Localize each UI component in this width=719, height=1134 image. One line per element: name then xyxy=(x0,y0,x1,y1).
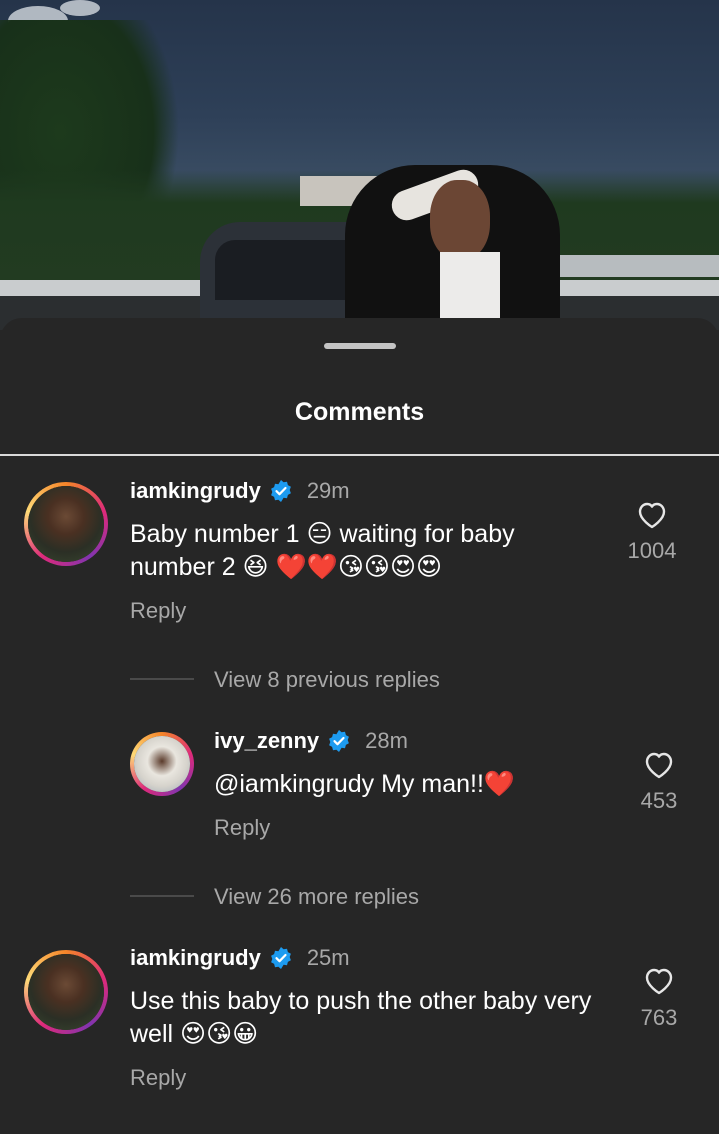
comment-timestamp: 28m xyxy=(365,728,408,753)
reply-button[interactable]: Reply xyxy=(130,1065,186,1091)
view-more-replies[interactable]: View 26 more replies xyxy=(214,884,419,910)
reply-button[interactable]: Reply xyxy=(130,598,186,624)
like-count: 763 xyxy=(640,1005,678,1030)
comment-timestamp: 29m xyxy=(306,478,350,503)
thread-line xyxy=(130,895,194,897)
comment-username[interactable]: iamkingrudy xyxy=(130,478,261,504)
post-photo xyxy=(0,0,719,330)
like-count: 1004 xyxy=(627,538,677,563)
avatar[interactable] xyxy=(24,482,108,566)
comment-username[interactable]: ivy_zenny xyxy=(214,728,319,754)
header-divider xyxy=(0,454,719,456)
comment-text: @iamkingrudy My man!!❤️ xyxy=(214,770,516,798)
sheet-title: Comments xyxy=(294,398,425,426)
avatar[interactable] xyxy=(24,950,108,1034)
avatar[interactable] xyxy=(130,732,194,796)
verified-icon xyxy=(270,947,291,969)
like-count: 453 xyxy=(640,788,678,813)
heart-icon[interactable] xyxy=(636,500,668,530)
heart-icon[interactable] xyxy=(643,966,675,996)
reply-button[interactable]: Reply xyxy=(214,815,270,841)
thread-line xyxy=(130,678,194,680)
view-previous-replies[interactable]: View 8 previous replies xyxy=(214,667,440,693)
verified-icon xyxy=(329,730,350,752)
verified-icon xyxy=(270,480,291,502)
comment-text: Use this baby to push the other baby ver… xyxy=(130,987,592,1048)
comment-timestamp: 25m xyxy=(306,945,350,970)
drag-handle[interactable] xyxy=(324,343,396,349)
comment-username[interactable]: iamkingrudy xyxy=(130,945,261,971)
comment-text: Baby number 1 😑 waiting for baby number … xyxy=(130,520,515,581)
heart-icon[interactable] xyxy=(643,750,675,780)
